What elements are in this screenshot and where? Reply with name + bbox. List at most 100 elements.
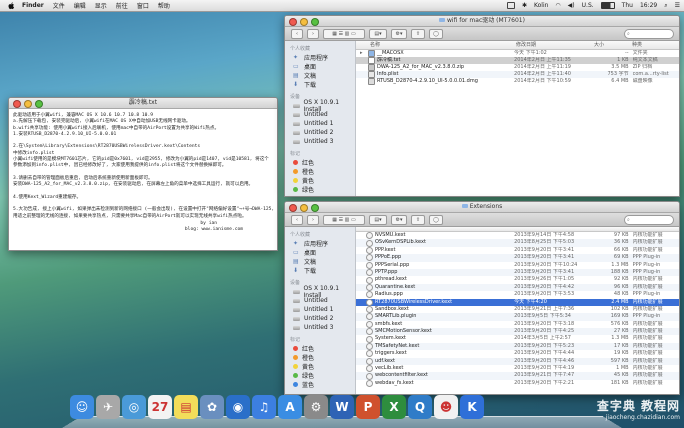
column-size[interactable]: 大小 [594, 41, 632, 49]
menu-view[interactable]: 显示 [95, 1, 107, 10]
dock-finder-icon[interactable]: ☺ [70, 395, 94, 419]
forward-button[interactable]: › [307, 214, 319, 225]
column-name[interactable]: 名称 [356, 41, 516, 49]
input-source[interactable]: U.S. [582, 2, 594, 9]
sidebar-tag-green[interactable]: 绿色 [285, 371, 355, 380]
disclosure-triangle-icon[interactable]: ▸ [360, 50, 366, 57]
file-row[interactable]: PPTP.ppp 2013年9月20日 下午3:41 188 KB PPP Plug-… [356, 268, 679, 277]
dock-launchpad-icon[interactable]: ✈ [96, 395, 120, 419]
sidebar-item-downloads[interactable]: ⬇ 下载 [285, 266, 355, 275]
dock-qq-icon[interactable]: ◉ [226, 395, 250, 419]
forward-button[interactable]: › [307, 28, 319, 39]
file-row[interactable]: SMARTLib.plugin 2013年9月5日 下午5:34 169 KB PPP… [356, 313, 679, 321]
sidebar-item-device[interactable]: Untitled 3 [285, 323, 355, 332]
finder2-titlebar[interactable]: Extensions [285, 202, 679, 213]
sidebar-item-device[interactable]: Untitled 3 [285, 137, 355, 146]
file-row[interactable]: PPP.kext 2013年9月20日 下午3:41 66 KB 内核功能扩展 [356, 247, 679, 254]
action-button[interactable]: ⚙▾ [391, 28, 407, 39]
arrange-button[interactable]: ▤▾ [369, 28, 387, 39]
minimize-button[interactable] [300, 204, 308, 212]
dock-safari-icon[interactable]: ◎ [122, 395, 146, 419]
sidebar-item-device[interactable]: Untitled 2 [285, 314, 355, 323]
menu-go[interactable]: 前往 [116, 1, 128, 10]
sidebar-tag-orange[interactable]: 橙色 [285, 167, 355, 176]
action-button[interactable]: ⚙▾ [391, 214, 407, 225]
menu-help[interactable]: 帮助 [158, 1, 170, 10]
minimize-button[interactable] [300, 18, 308, 26]
sidebar-item-device[interactable]: Untitled 2 [285, 128, 355, 137]
textedit-document[interactable]: 此驱动适用于小翼wifi, 兼容MAC OS X 10.6 10.7 10.8 … [9, 109, 277, 250]
user-name[interactable]: Kolin [534, 2, 548, 9]
sidebar-item-applications[interactable]: ✦ 应用程序 [285, 239, 355, 248]
menu-extra-icon[interactable] [506, 2, 515, 9]
sidebar-tag-yellow[interactable]: 黄色 [285, 362, 355, 371]
file-row[interactable]: SMCMotionSensor.kext 2013年9月20日 下午4:25 27 … [356, 328, 679, 336]
menu-window[interactable]: 窗口 [137, 1, 149, 10]
zoom-button[interactable] [35, 100, 43, 108]
view-mode-buttons[interactable]: ▦ ☰ ▥ ▭ [323, 28, 365, 39]
file-row[interactable]: TMSafetyNet.kext 2013年9月20日 下午5:23 17 KB 内核… [356, 342, 679, 351]
sidebar-tag-orange[interactable]: 橙色 [285, 353, 355, 362]
dock-app-q-icon[interactable]: Q [408, 395, 432, 419]
dock-stickies-icon[interactable]: ▤ [174, 395, 198, 419]
file-row[interactable]: ▸ __MACOSX 今天 下午1:02 -- 文件夹 [356, 50, 679, 57]
dock-powerpoint-icon[interactable]: P [356, 395, 380, 419]
menu-file[interactable]: 文件 [53, 1, 65, 10]
sidebar-item-desktop[interactable]: ▭ 桌面 [285, 62, 355, 71]
dock-photos-icon[interactable]: ✿ [200, 395, 224, 419]
tags-button[interactable]: ◯ [429, 28, 443, 39]
sidebar-tag-red[interactable]: 红色 [285, 158, 355, 167]
back-button[interactable]: ‹ [291, 28, 303, 39]
arrange-button[interactable]: ▤▾ [369, 214, 387, 225]
sidebar-tag-green[interactable]: 绿色 [285, 185, 355, 194]
zoom-button[interactable] [311, 204, 319, 212]
file-row[interactable]: RTUSB_D2870-4.2.9.10_UI-5.0.0.01.dmg 2014… [356, 78, 679, 85]
share-button[interactable]: ⇪ [411, 214, 425, 225]
close-button[interactable] [289, 204, 297, 212]
file-row[interactable]: System.kext 2014年3月5日 上午2:57 1.3 MB 内核功能扩展 [356, 335, 679, 343]
file-row[interactable]: PPPSerial.ppp 2013年9月20日 下午10:24 1.3 MB PPP… [356, 262, 679, 269]
spotlight-icon[interactable]: ⌕ [664, 2, 667, 10]
file-row[interactable]: OSvKernDSPLib.kext 2013年8月25日 下午5:03 36 KB… [356, 239, 679, 247]
sidebar-tag-yellow[interactable]: 黄色 [285, 176, 355, 185]
file-row[interactable]: DWA-125_A2_for_MAC_v2.3.8.0.zip 2014年2月日 … [356, 64, 679, 71]
sidebar-tag-blue[interactable]: 蓝色 [285, 380, 355, 389]
dock-itunes-icon[interactable]: ♫ [252, 395, 276, 419]
sidebar-item-applications[interactable]: ✦ 应用程序 [285, 53, 355, 62]
battery-icon[interactable] [600, 2, 615, 9]
file-row[interactable]: triggers.kext 2013年9月20日 下午4:44 19 KB 内核功能扩… [356, 350, 679, 358]
file-row[interactable]: pthread.kext 2013年9月26日 下午1:05 92 KB 内核功能扩展 [356, 276, 679, 284]
volume-icon[interactable]: ◀) [568, 2, 575, 9]
sidebar-item-documents[interactable]: ▤ 文稿 [285, 71, 355, 80]
menu-app-name[interactable]: Finder [22, 2, 44, 9]
share-button[interactable]: ⇪ [411, 28, 425, 39]
column-date[interactable]: 修改日期 [516, 41, 594, 49]
dock-qq-penguin-icon[interactable]: ☻ [434, 395, 458, 419]
file-row[interactable]: NVSMU.kext 2013年9月14日 下午4:58 97 KB 内核功能扩展 [356, 232, 679, 240]
tags-button[interactable]: ◯ [429, 214, 443, 225]
notification-center-icon[interactable]: ☰ [675, 2, 680, 9]
file-row[interactable]: Quarantine.kext 2013年9月20日 下午4:42 96 KB 内核功… [356, 283, 679, 292]
dock-word-icon[interactable]: W [330, 395, 354, 419]
sidebar-item-device[interactable]: Untitled 1 [285, 119, 355, 128]
dock-system-preferences-icon[interactable]: ⚙ [304, 395, 328, 419]
zoom-button[interactable] [311, 18, 319, 26]
file-row[interactable]: RT2870USBWirelessDriver.kext 今天 下午4:20 2.4… [356, 298, 679, 306]
dock-excel-icon[interactable]: X [382, 395, 406, 419]
file-row[interactable]: udf.kext 2013年9月20日 下午4:46 597 KB 内核功能扩展 [356, 357, 679, 366]
sidebar-item-downloads[interactable]: ⬇ 下载 [285, 80, 355, 89]
dock-app-k-icon[interactable]: K [460, 395, 484, 419]
file-row[interactable]: webcontentfilter.kext 2013年9月21日 下午7:47 45… [356, 372, 679, 380]
bluetooth-icon[interactable]: ✱ [522, 2, 527, 9]
menu-edit[interactable]: 编辑 [74, 1, 86, 10]
dock-calendar-icon[interactable]: 27 [148, 395, 172, 419]
search-input[interactable]: ⌕ [624, 28, 674, 39]
minimize-button[interactable] [24, 100, 32, 108]
close-button[interactable] [13, 100, 21, 108]
sidebar-item-documents[interactable]: ▤ 文稿 [285, 257, 355, 266]
file-row[interactable]: vecLib.kext 2013年9月20日 下午4:19 1 MB 内核功能扩展 [356, 365, 679, 373]
file-row[interactable]: smbfs.kext 2013年9月20日 下午3:18 576 KB 内核功能扩展 [356, 321, 679, 328]
wifi-icon[interactable]: ◠ [555, 2, 560, 9]
view-mode-buttons[interactable]: ▦ ☰ ▥ ▭ [323, 214, 365, 225]
back-button[interactable]: ‹ [291, 214, 303, 225]
